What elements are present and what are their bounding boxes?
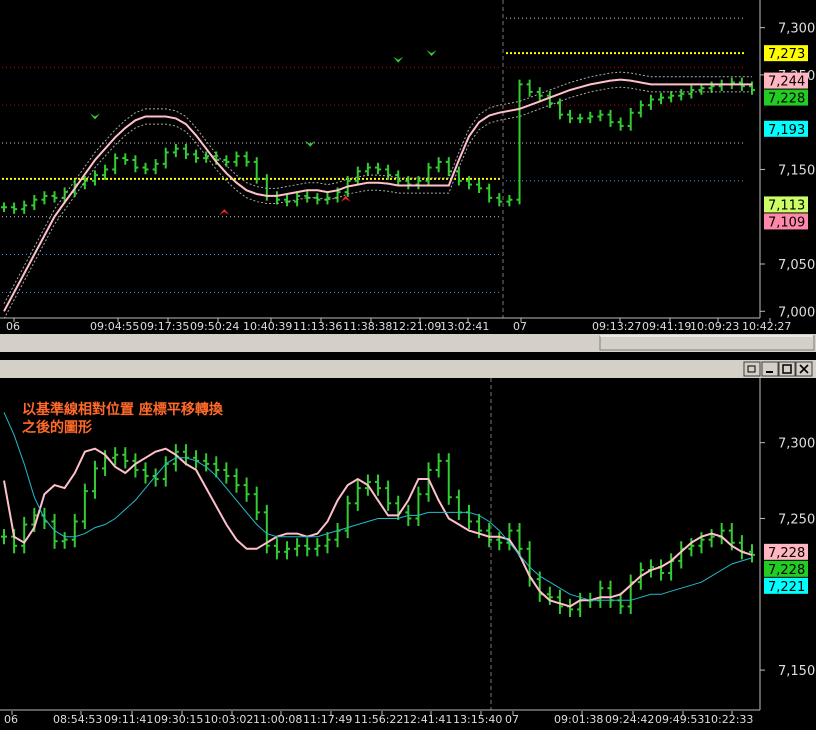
price-label: 7,228 bbox=[764, 89, 808, 107]
x-tick-label: 09:11:41 bbox=[104, 713, 153, 726]
x-tick-label: 13:15:40 bbox=[453, 713, 502, 726]
x-tick-label: 10:22:33 bbox=[704, 713, 753, 726]
x-tick-label: 07 bbox=[513, 320, 527, 333]
x-tick-label: 13:02:41 bbox=[440, 320, 489, 333]
top-price-labels: 7,273 7,244 7,228 7,193 7,113 7,109 bbox=[764, 45, 808, 230]
lower-plot-area bbox=[0, 378, 760, 710]
x-tick-label: 10:03:02 bbox=[204, 713, 253, 726]
y-tick-label: 7,300 bbox=[778, 22, 815, 37]
annotation-line-2: 之後的圖形 bbox=[22, 419, 92, 436]
x-tick-label: 09:13:27 bbox=[592, 320, 641, 333]
close-button[interactable] bbox=[795, 361, 813, 377]
svg-text:7,228: 7,228 bbox=[768, 563, 805, 578]
y-tick-label: 7,250 bbox=[778, 512, 815, 527]
x-tick-label: 11:56:22 bbox=[354, 713, 403, 726]
price-label: 7,113 bbox=[764, 196, 808, 213]
y-tick-label: 7,000 bbox=[778, 305, 815, 320]
x-tick-label: 07 bbox=[505, 713, 519, 726]
x-tick-label: 10:40:39 bbox=[243, 320, 292, 333]
x-tick-label: 09:24:42 bbox=[605, 713, 654, 726]
svg-text:7,244: 7,244 bbox=[768, 75, 805, 90]
top-plot-area bbox=[0, 0, 760, 318]
x-tick-label: 09:17:35 bbox=[140, 320, 189, 333]
svg-text:7,228: 7,228 bbox=[768, 92, 805, 107]
x-tick-label: 09:04:55 bbox=[90, 320, 139, 333]
x-tick-label: 11:38:38 bbox=[343, 320, 392, 333]
svg-text:7,109: 7,109 bbox=[768, 215, 805, 230]
y-tick-label: 7,300 bbox=[778, 437, 815, 452]
x-tick-label: 06 bbox=[6, 320, 20, 333]
x-tick-label: 09:01:38 bbox=[554, 713, 603, 726]
price-label: 7,193 bbox=[764, 120, 808, 138]
scrollbar-thumb[interactable] bbox=[599, 335, 815, 351]
minimize-icon bbox=[766, 371, 773, 373]
chart-canvas: 7,000 7,050 7,150 7,250 7,300 7,273 7,244 7,22… bbox=[0, 0, 816, 726]
svg-text:7,273: 7,273 bbox=[768, 47, 805, 62]
svg-text:7,193: 7,193 bbox=[768, 123, 805, 138]
price-label: 7,228 bbox=[764, 560, 808, 578]
x-tick-label: 09:41:19 bbox=[642, 320, 691, 333]
chart-window: 7,000 7,050 7,150 7,250 7,300 7,273 7,244 7,22… bbox=[0, 0, 816, 726]
svg-text:7,113: 7,113 bbox=[768, 198, 805, 213]
restore-button-frame[interactable] bbox=[743, 361, 761, 377]
y-tick-label: 7,050 bbox=[778, 258, 815, 273]
price-label: 7,273 bbox=[764, 45, 808, 62]
maximize-button[interactable] bbox=[778, 361, 796, 377]
x-tick-label: 08:54:53 bbox=[53, 713, 102, 726]
x-tick-label: 09:50:24 bbox=[190, 320, 239, 333]
maximize-button-frame[interactable] bbox=[778, 361, 796, 377]
minimize-button[interactable] bbox=[761, 361, 779, 377]
price-label: 7,228 bbox=[764, 543, 808, 561]
lower-price-labels: 7,228 7,228 7,221 bbox=[764, 543, 808, 595]
x-tick-label: 10:09:23 bbox=[690, 320, 739, 333]
lower-pane-titlebar bbox=[0, 360, 816, 378]
minimize-button-frame[interactable] bbox=[761, 361, 779, 377]
x-tick-label: 11:17:49 bbox=[303, 713, 352, 726]
top-x-tick-labels: 06 09:04:55 09:17:35 09:50:24 10:40:39 11:13:… bbox=[6, 318, 791, 333]
lower-price-pane: 以基準線相對位置 座標平移轉換 之後的圖形 7,150 7,250 7,300 7,… bbox=[0, 378, 816, 726]
top-price-pane: 7,0007,0507,1507,2507,300 7,2737,2447,22… bbox=[0, 0, 816, 334]
x-tick-label: 09:49:53 bbox=[655, 713, 704, 726]
svg-text:7,228: 7,228 bbox=[768, 546, 805, 561]
x-tick-label: 12:21:09 bbox=[392, 320, 441, 333]
price-label: 7,109 bbox=[764, 213, 808, 230]
x-tick-label: 11:00:08 bbox=[253, 713, 302, 726]
x-tick-label: 09:30:15 bbox=[154, 713, 203, 726]
x-tick-label: 12:41:41 bbox=[403, 713, 452, 726]
x-tick-label: 11:13:36 bbox=[293, 320, 342, 333]
y-tick-label: 7,150 bbox=[778, 163, 815, 178]
lower-x-tick-labels: 06 08:54:53 09:11:41 09:30:15 10:03:02 11:00:… bbox=[4, 711, 753, 726]
annotation-line-1: 以基準線相對位置 座標平移轉換 bbox=[22, 401, 224, 418]
pane-splitter[interactable] bbox=[0, 352, 816, 360]
price-label: 7,244 bbox=[764, 72, 808, 90]
y-tick-label: 7,150 bbox=[778, 664, 815, 679]
horizontal-scrollbar[interactable] bbox=[0, 334, 816, 352]
x-tick-label: 10:42:27 bbox=[742, 320, 791, 333]
restore-button[interactable] bbox=[743, 361, 761, 377]
titlebar-bg bbox=[0, 360, 816, 378]
svg-text:7,221: 7,221 bbox=[768, 580, 805, 595]
x-tick-label: 06 bbox=[4, 713, 18, 726]
price-label: 7,221 bbox=[764, 577, 808, 595]
